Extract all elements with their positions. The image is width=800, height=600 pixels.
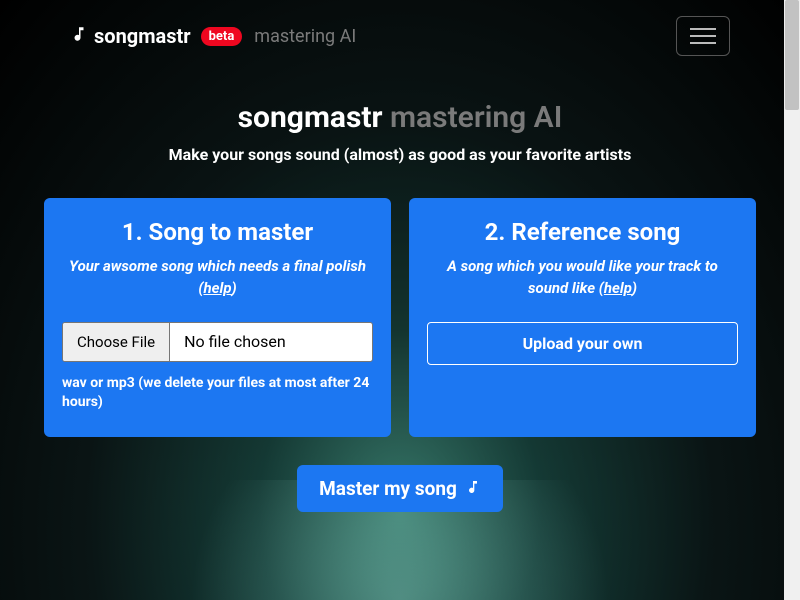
music-note-icon: [465, 477, 481, 500]
cta-container: Master my song: [0, 465, 800, 512]
card1-title: 1. Song to master: [62, 218, 373, 246]
brand-tagline: mastering AI: [254, 26, 356, 47]
scrollbar[interactable]: [784, 0, 800, 600]
upload-your-own-button[interactable]: Upload your own: [427, 322, 738, 365]
upload-cards: 1. Song to master Your awsome song which…: [0, 198, 800, 437]
hero-title: songmastr mastering AI: [40, 100, 760, 135]
card-song-to-master: 1. Song to master Your awsome song which…: [44, 198, 391, 437]
menu-toggle-button[interactable]: [676, 16, 730, 56]
card-reference-song: 2. Reference song A song which you would…: [409, 198, 756, 437]
scrollbar-thumb[interactable]: [785, 0, 799, 110]
file-note: wav or mp3 (we delete your files at most…: [62, 374, 373, 413]
file-input-song[interactable]: Choose File No file chosen: [62, 322, 373, 362]
cta-label: Master my song: [319, 477, 457, 500]
hero-subtitle: Make your songs sound (almost) as good a…: [40, 145, 760, 164]
card2-help-link[interactable]: help: [604, 279, 632, 297]
music-note-icon: [70, 25, 88, 47]
navbar: songmastr beta mastering AI: [0, 0, 800, 72]
master-my-song-button[interactable]: Master my song: [297, 465, 503, 512]
beta-badge: beta: [201, 27, 243, 46]
brand-name: songmastr: [94, 24, 191, 48]
file-status-text: No file chosen: [170, 323, 372, 361]
hero-title-main: songmastr: [238, 100, 383, 135]
hero-title-muted: mastering AI: [390, 100, 562, 135]
brand[interactable]: songmastr beta mastering AI: [70, 24, 356, 48]
choose-file-button[interactable]: Choose File: [63, 323, 170, 361]
card1-description: Your awsome song which needs a final pol…: [62, 256, 373, 300]
hero: songmastr mastering AI Make your songs s…: [0, 100, 800, 164]
card2-description: A song which you would like your track t…: [427, 256, 738, 300]
hamburger-icon: [690, 28, 716, 30]
card1-help-link[interactable]: help: [203, 279, 231, 297]
card2-title: 2. Reference song: [427, 218, 738, 246]
